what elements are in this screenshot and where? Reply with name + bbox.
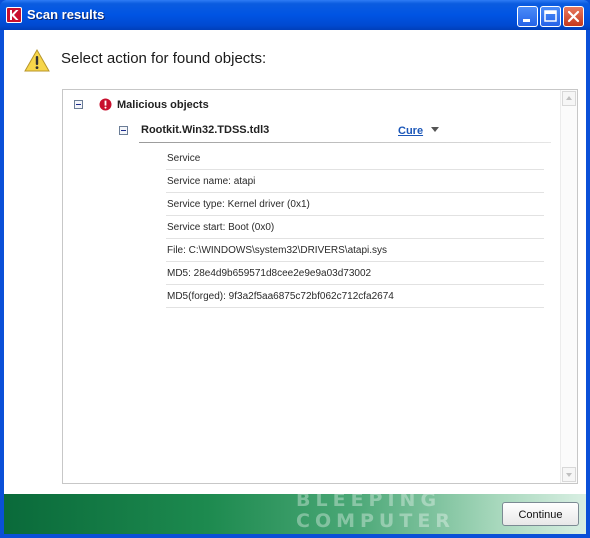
minimize-button[interactable] — [517, 6, 538, 27]
continue-button[interactable]: Continue — [502, 502, 579, 526]
collapse-malicious-objects-toggle[interactable] — [74, 100, 83, 109]
detail-file-path: File: C:\WINDOWS\system32\DRIVERS\atapi.… — [166, 239, 544, 262]
threat-name: Rootkit.Win32.TDSS.tdl3 — [141, 124, 270, 136]
watermark-line-1: BLEEPING — [296, 489, 442, 511]
scroll-up-button[interactable] — [562, 91, 576, 106]
close-button[interactable] — [563, 6, 584, 27]
detail-service-start: Service start: Boot (0x0) — [166, 216, 544, 239]
window-title: Scan results — [27, 7, 105, 22]
found-objects-panel: Malicious objects Rootkit.Win32.TDSS.tdl… — [62, 89, 578, 484]
footer-bar — [4, 494, 586, 534]
detail-service-name: Service name: atapi — [166, 170, 544, 193]
warning-icon — [24, 49, 50, 72]
minimize-icon — [523, 19, 530, 22]
chevron-down-icon[interactable] — [431, 127, 439, 132]
dialog-header: Select action for found objects: — [4, 30, 586, 90]
maximize-icon — [544, 10, 557, 22]
title-bar[interactable]: Scan results — [0, 0, 590, 30]
scroll-down-button[interactable] — [562, 467, 576, 482]
threat-divider — [139, 142, 551, 143]
error-icon — [99, 98, 112, 111]
collapse-threat-toggle[interactable] — [119, 126, 128, 135]
page-title: Select action for found objects: — [61, 50, 267, 67]
dialog-body: Select action for found objects: Malicio… — [4, 30, 586, 534]
scan-results-window: Scan results Select action for found obj… — [0, 0, 590, 538]
malicious-objects-label: Malicious objects — [117, 99, 209, 111]
watermark-line-2: COMPUTER — [296, 510, 455, 532]
scroll-down-icon — [566, 473, 572, 477]
detail-service-type: Service type: Kernel driver (0x1) — [166, 193, 544, 216]
scroll-up-icon — [566, 96, 572, 100]
kaspersky-app-icon — [6, 7, 22, 23]
detail-md5-forged: MD5(forged): 9f3a2f5aa6875c72bf062c712cf… — [166, 285, 544, 308]
detail-service: Service — [166, 147, 544, 170]
threat-details-list: Service Service name: atapi Service type… — [166, 147, 544, 308]
close-icon — [567, 10, 580, 23]
maximize-button[interactable] — [540, 6, 561, 27]
threat-action-dropdown[interactable]: Cure — [398, 125, 423, 137]
watermark: BLEEPING COMPUTER — [296, 490, 496, 532]
detail-md5: MD5: 28e4d9b659571d8cee2e9e9a03d73002 — [166, 262, 544, 285]
vertical-scrollbar[interactable] — [560, 90, 577, 483]
